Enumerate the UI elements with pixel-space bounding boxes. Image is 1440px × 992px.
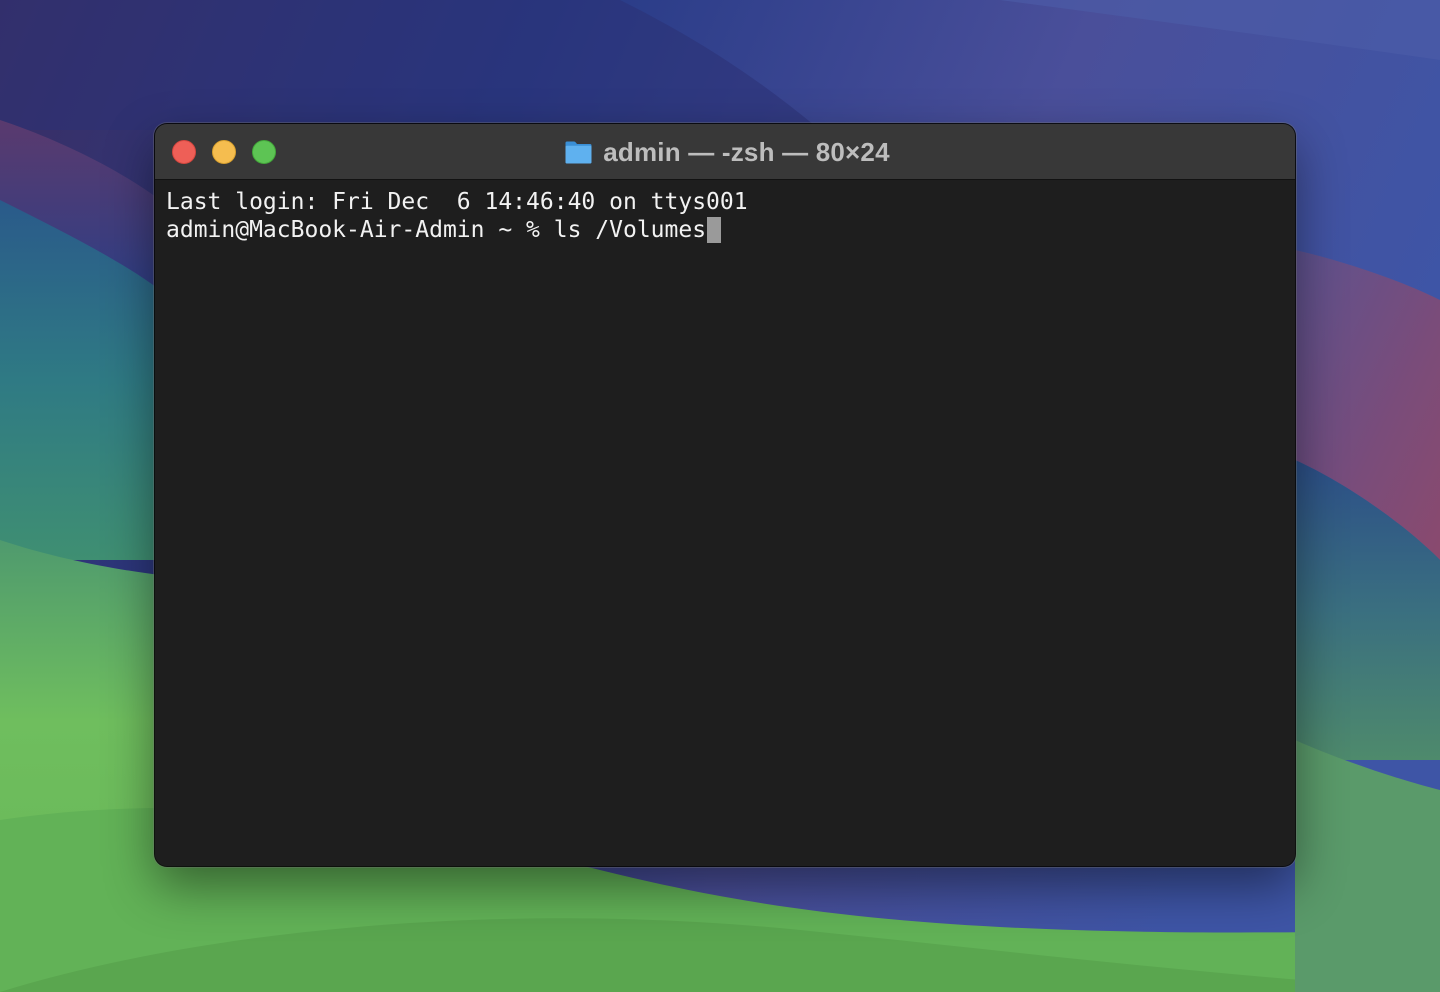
shell-prompt: admin@MacBook-Air-Admin ~ % [166,217,554,243]
command-input[interactable]: ls /Volumes [554,217,706,243]
login-line: Last login: Fri Dec 6 14:46:40 on ttys00… [166,189,748,215]
text-cursor [707,217,722,243]
terminal-window[interactable]: admin — -zsh — 80×24 Last login: Fri Dec… [155,124,1295,866]
title-bar[interactable]: admin — -zsh — 80×24 [155,124,1295,180]
terminal-output[interactable]: Last login: Fri Dec 6 14:46:40 on ttys00… [155,180,1295,866]
prompt-line[interactable]: admin@MacBook-Air-Admin ~ % ls /Volumes [166,216,1284,244]
folder-icon [564,140,593,165]
window-title-text: admin — -zsh — 80×24 [603,136,890,167]
window-title: admin — -zsh — 80×24 [155,124,1295,180]
